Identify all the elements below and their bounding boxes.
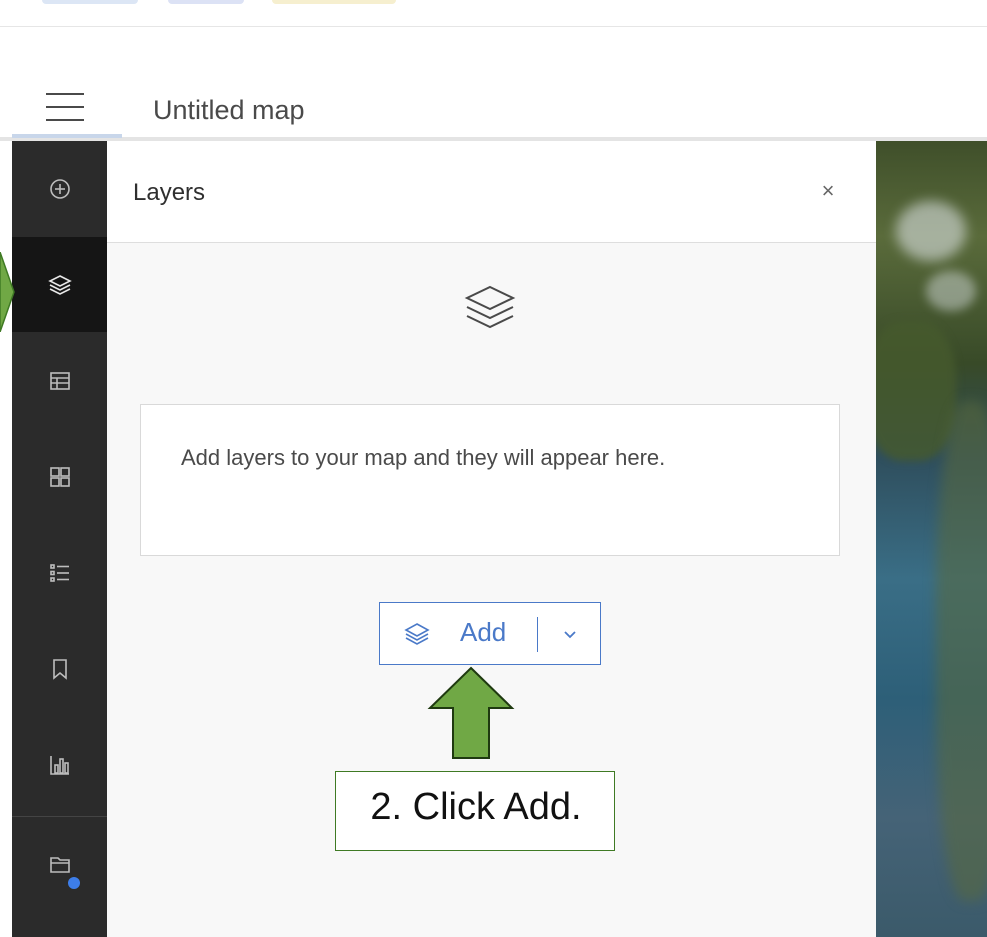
action-bar — [12, 141, 107, 937]
action-map-properties[interactable] — [12, 817, 107, 912]
close-button[interactable]: × — [815, 178, 841, 204]
bookmark-icon — [52, 658, 67, 680]
empty-state-message: Add layers to your map and they will app… — [181, 445, 666, 470]
action-add[interactable] — [12, 141, 107, 236]
basemap-gallery-icon — [49, 466, 70, 487]
app-header: Untitled map — [0, 27, 987, 137]
tab-stub[interactable] — [42, 0, 138, 4]
hamburger-menu-icon[interactable] — [46, 93, 84, 123]
up-arrow-icon — [427, 666, 515, 759]
plus-circle-icon — [49, 178, 70, 199]
layers-icon — [455, 273, 525, 343]
tab-stub[interactable] — [272, 0, 396, 4]
panel-header: Layers × — [107, 141, 876, 243]
map-terrain — [896, 201, 966, 261]
empty-state-card: Add layers to your map and they will app… — [140, 404, 840, 556]
action-basemap[interactable] — [12, 429, 107, 524]
action-legend[interactable] — [12, 525, 107, 620]
add-button-label: Add — [460, 617, 507, 647]
action-layers[interactable] — [12, 237, 107, 332]
layers-icon — [404, 623, 430, 645]
chevron-down-icon — [564, 631, 576, 639]
map-terrain — [926, 271, 976, 311]
split-divider — [537, 617, 538, 652]
browser-tab-strip — [0, 0, 987, 27]
chart-icon — [49, 755, 69, 775]
map-terrain — [876, 321, 956, 461]
map-view[interactable] — [876, 141, 987, 937]
indicator-dot — [68, 877, 80, 889]
action-charts[interactable] — [12, 717, 107, 812]
table-icon — [49, 371, 70, 390]
callout-text: 2. Click Add. — [370, 786, 582, 828]
add-dropdown-button[interactable] — [540, 603, 600, 664]
map-properties-icon — [49, 856, 70, 873]
add-button[interactable]: Add — [380, 603, 540, 664]
instruction-callout: 2. Click Add. — [335, 771, 615, 851]
add-split-button: Add — [379, 602, 601, 665]
tab-stub[interactable] — [168, 0, 244, 4]
map-terrain — [936, 401, 987, 901]
panel-title: Layers — [133, 179, 206, 206]
action-bookmarks[interactable] — [12, 621, 107, 716]
legend-icon — [49, 563, 69, 582]
header-active-indicator — [12, 134, 122, 138]
layers-icon — [47, 274, 72, 295]
action-tables[interactable] — [12, 333, 107, 428]
pointer-arrow-icon — [0, 252, 15, 332]
map-title[interactable]: Untitled map — [153, 95, 305, 126]
